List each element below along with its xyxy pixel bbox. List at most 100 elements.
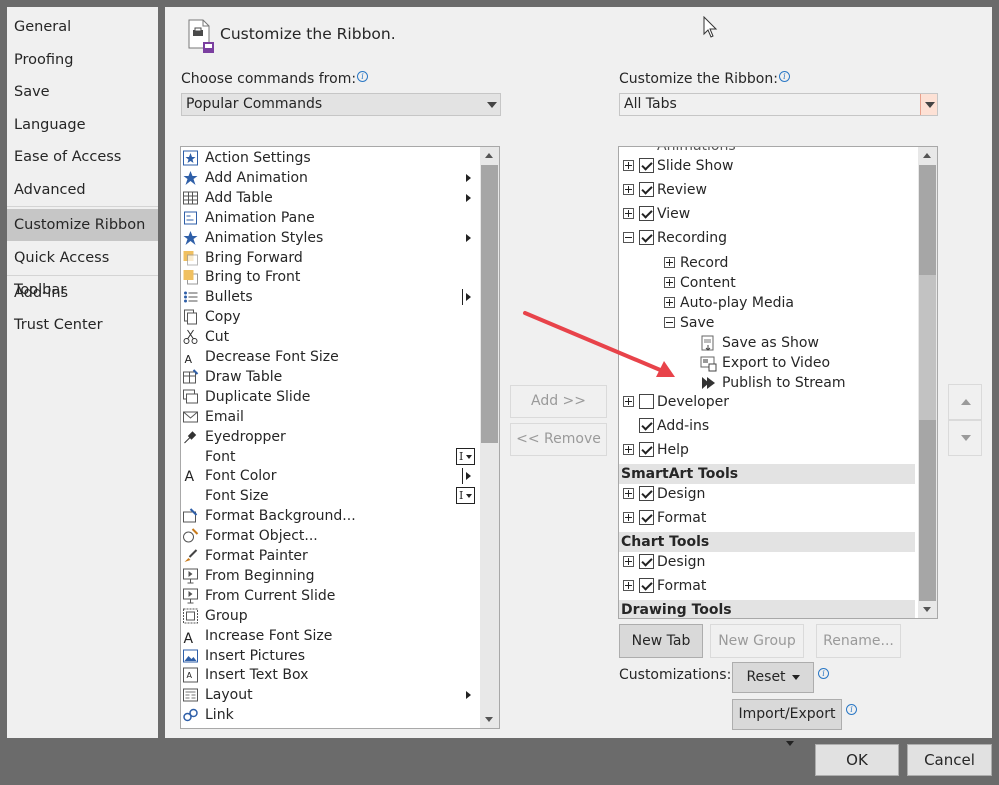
command-item[interactable]: Bring Forward: [181, 248, 477, 268]
checkbox[interactable]: [639, 578, 654, 593]
command-item[interactable]: Bring to Front: [181, 267, 477, 287]
cancel-button[interactable]: Cancel: [907, 744, 992, 776]
command-item[interactable]: Add Animation: [181, 168, 477, 188]
tree-item-smartart-design[interactable]: Design: [619, 483, 915, 505]
scroll-down-icon[interactable]: [918, 601, 937, 618]
nav-item-proofing[interactable]: Proofing: [7, 44, 158, 76]
expand-icon[interactable]: [623, 512, 634, 523]
tree-item-add-ins[interactable]: Add-ins: [619, 415, 915, 437]
info-icon[interactable]: i: [778, 71, 790, 82]
tree-item-recording[interactable]: Recording: [619, 227, 915, 249]
remove-button[interactable]: << Remove: [510, 423, 607, 456]
command-item[interactable]: Group: [181, 606, 477, 626]
command-item[interactable]: Draw Table: [181, 367, 477, 387]
new-group-button[interactable]: New Group: [710, 624, 804, 658]
rename-button[interactable]: Rename...: [816, 624, 901, 658]
tree-item-slide-show[interactable]: Slide Show: [619, 155, 915, 177]
checkbox[interactable]: [639, 442, 654, 457]
command-item[interactable]: Layout: [181, 685, 477, 705]
nav-item-add-ins[interactable]: Add-ins: [7, 277, 158, 309]
tree-item-chart-format[interactable]: Format: [619, 575, 915, 597]
checkbox[interactable]: [639, 554, 654, 569]
move-down-button[interactable]: [948, 420, 982, 456]
tree-item-developer[interactable]: Developer: [619, 391, 915, 413]
scroll-up-icon[interactable]: [918, 147, 937, 164]
expand-icon[interactable]: [623, 184, 634, 195]
expand-icon[interactable]: [623, 160, 634, 171]
checkbox[interactable]: [639, 206, 654, 221]
checkbox[interactable]: [639, 230, 654, 245]
command-item[interactable]: Copy: [181, 307, 477, 327]
command-item[interactable]: Link: [181, 705, 477, 725]
tree-item-record[interactable]: Record: [619, 252, 915, 274]
checkbox[interactable]: [639, 182, 654, 197]
expand-icon[interactable]: [623, 208, 634, 219]
command-item[interactable]: Cut: [181, 327, 477, 347]
nav-item-ease-of-access[interactable]: Ease of Access: [7, 141, 158, 173]
checkbox[interactable]: [639, 486, 654, 501]
command-item[interactable]: Font Size I: [181, 486, 477, 506]
commands-scrollbar[interactable]: [480, 147, 499, 728]
new-tab-button[interactable]: New Tab: [619, 624, 703, 658]
nav-item-customize-ribbon[interactable]: Customize Ribbon: [7, 209, 158, 241]
info-icon[interactable]: i: [818, 668, 829, 679]
expand-icon[interactable]: [623, 444, 634, 455]
scroll-thumb-lower[interactable]: [919, 420, 936, 601]
info-icon[interactable]: i: [846, 704, 857, 715]
command-item[interactable]: A Increase Font Size: [181, 626, 477, 646]
command-item[interactable]: Email: [181, 407, 477, 427]
tree-item-content[interactable]: Content: [619, 272, 915, 294]
command-item[interactable]: From Current Slide: [181, 586, 477, 606]
nav-item-language[interactable]: Language: [7, 109, 158, 141]
nav-item-general[interactable]: General: [7, 11, 158, 43]
command-item[interactable]: Font I: [181, 447, 477, 467]
chevron-down-icon[interactable]: [483, 94, 500, 115]
command-item[interactable]: Format Object...: [181, 526, 477, 546]
nav-item-quick-access-toolbar[interactable]: Quick Access Toolbar: [7, 242, 158, 298]
tree-item-view[interactable]: View: [619, 203, 915, 225]
expand-icon[interactable]: [623, 396, 634, 407]
scroll-thumb[interactable]: [481, 165, 498, 443]
expand-icon[interactable]: [664, 277, 675, 288]
command-item[interactable]: Format Background...: [181, 506, 477, 526]
chevron-down-icon[interactable]: [920, 94, 937, 115]
move-up-button[interactable]: [948, 384, 982, 420]
expand-icon[interactable]: [623, 580, 634, 591]
command-item[interactable]: Animation Styles: [181, 228, 477, 248]
scroll-thumb-track[interactable]: [919, 275, 936, 420]
expand-icon[interactable]: [623, 488, 634, 499]
add-button[interactable]: Add >>: [510, 385, 607, 418]
command-item[interactable]: Animation Pane: [181, 208, 477, 228]
tree-item-smartart-format[interactable]: Format: [619, 507, 915, 529]
ok-button[interactable]: OK: [815, 744, 899, 776]
reset-button[interactable]: Reset: [732, 662, 814, 693]
scroll-up-icon[interactable]: [480, 147, 499, 164]
command-item[interactable]: Eyedropper: [181, 427, 477, 447]
command-item[interactable]: Format Painter: [181, 546, 477, 566]
tree-item-help[interactable]: Help: [619, 439, 915, 461]
expand-icon[interactable]: [623, 556, 634, 567]
command-item[interactable]: Bullets: [181, 287, 477, 307]
checkbox[interactable]: [639, 418, 654, 433]
command-item[interactable]: Add Table: [181, 188, 477, 208]
expand-icon[interactable]: [664, 257, 675, 268]
command-item[interactable]: Action Settings: [181, 148, 477, 168]
choose-commands-combo[interactable]: Popular Commands: [181, 93, 501, 116]
checkbox[interactable]: [639, 394, 654, 409]
command-item[interactable]: Duplicate Slide: [181, 387, 477, 407]
nav-item-trust-center[interactable]: Trust Center: [7, 309, 158, 341]
command-item[interactable]: A Insert Text Box: [181, 665, 477, 685]
tree-item-chart-design[interactable]: Design: [619, 551, 915, 573]
checkbox[interactable]: [639, 510, 654, 525]
customize-ribbon-combo[interactable]: All Tabs: [619, 93, 938, 116]
nav-item-advanced[interactable]: Advanced: [7, 174, 158, 206]
tree-item-review[interactable]: Review: [619, 179, 915, 201]
nav-item-save[interactable]: Save: [7, 76, 158, 108]
checkbox[interactable]: [639, 158, 654, 173]
tree-scrollbar[interactable]: [918, 147, 937, 618]
command-item[interactable]: A Decrease Font Size: [181, 347, 477, 367]
command-item[interactable]: A Font Color: [181, 466, 477, 486]
import-export-button[interactable]: Import/Export: [732, 699, 842, 746]
scroll-thumb[interactable]: [919, 165, 936, 275]
commands-list[interactable]: Action Settings Add Animation Add Table Ani…: [180, 146, 500, 729]
